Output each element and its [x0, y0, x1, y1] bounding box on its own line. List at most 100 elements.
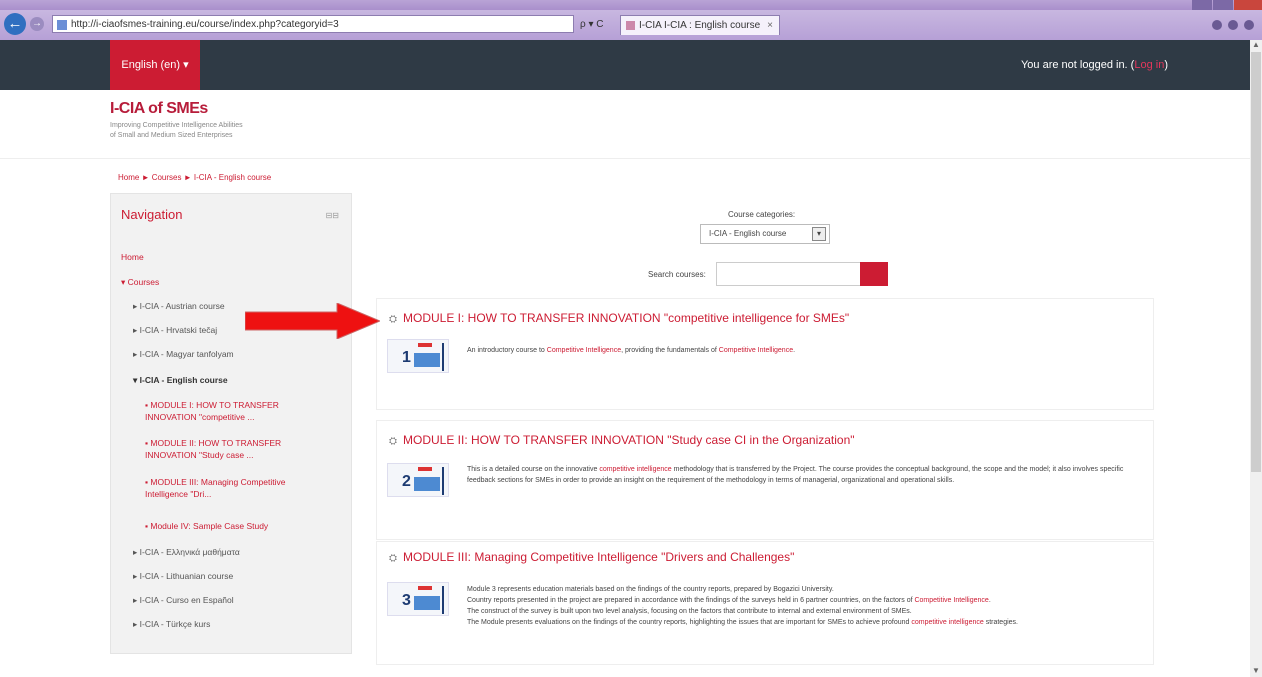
login-text: You are not logged in. ( [1020, 59, 1135, 71]
scrollbar-thumb[interactable] [1251, 52, 1261, 472]
summary-text: strategies. [983, 619, 1018, 626]
thumbnail-flag [418, 586, 432, 590]
thumbnail-number: 2 [402, 473, 411, 490]
url-text: http://i-ciaofsmes-training.eu/course/in… [71, 19, 339, 30]
browser-toolbar: ← → http://i-ciaofsmes-training.eu/cours… [0, 10, 1262, 41]
thumbnail-stripe [442, 343, 444, 371]
thumbnail-number: 1 [402, 349, 411, 366]
thumbnail-stripe [442, 467, 444, 495]
site-logo-title[interactable]: I-CIA of SMEs [110, 100, 208, 118]
course-title-link[interactable]: ⛭ MODULE III: Managing Competitive Intell… [389, 550, 794, 564]
course-info-icon: ⛭ [389, 553, 397, 564]
close-window-button[interactable] [1234, 0, 1262, 10]
maximize-button[interactable] [1213, 0, 1233, 10]
nav-item-module-1[interactable]: ▪ MODULE I: HOW TO TRANSFER INNOVATION "… [145, 399, 310, 423]
glossary-link[interactable]: Competitive Intelligence [719, 347, 793, 354]
nav-item-module-4[interactable]: ▪ Module IV: Sample Case Study [145, 521, 268, 531]
browser-icons [1212, 20, 1254, 30]
nav-item-home[interactable]: Home [121, 252, 144, 262]
home-icon[interactable] [1212, 20, 1222, 30]
site-navbar: English (en) ▾ You are not logged in. (L… [0, 40, 1250, 90]
scroll-up-icon[interactable]: ▲ [1252, 40, 1260, 49]
search-button[interactable] [860, 262, 888, 286]
course-listing: ⛭ MODULE III: Managing Competitive Intell… [376, 541, 1154, 665]
nav-item-hungarian-course[interactable]: ▸ I-CIA - Magyar tanfolyam [133, 349, 234, 360]
site-logo-subtitle-2: of Small and Medium Sized Enterprises [110, 132, 233, 139]
course-summary: Module 3 represents education materials … [467, 584, 1127, 628]
nav-item-austrian-course[interactable]: ▸ I-CIA - Austrian course [133, 301, 225, 312]
thumbnail-image [414, 353, 440, 367]
nav-item-turkish-course[interactable]: ▸ I-CIA - Türkçe kurs [133, 619, 210, 630]
login-link[interactable]: Log in [1134, 59, 1164, 71]
summary-line: Module 3 represents education materials … [467, 586, 834, 593]
scroll-down-icon[interactable]: ▼ [1252, 666, 1260, 675]
site-logo-subtitle: Improving Competitive Intelligence Abili… [110, 122, 243, 129]
back-arrow-icon[interactable]: ← [4, 13, 26, 35]
glossary-link[interactable]: competitive intelligence [599, 466, 671, 473]
tab-close-icon[interactable]: × [767, 16, 773, 35]
thumbnail-number: 3 [402, 592, 411, 609]
nav-item-spanish-course[interactable]: ▸ I-CIA - Curso en Español [133, 595, 234, 606]
course-title-text: MODULE II: HOW TO TRANSFER INNOVATION "S… [403, 433, 855, 447]
course-categories-label: Course categories: [728, 210, 796, 219]
summary-text: . [793, 347, 796, 354]
summary-text: , providing the fundamentals of [621, 347, 719, 354]
search-refresh-controls[interactable]: ρ ▾ C [580, 19, 604, 30]
nav-item-greek-course[interactable]: ▸ I-CIA - Ελληνικά μαθήματα [133, 547, 240, 558]
settings-gear-icon[interactable] [1244, 20, 1254, 30]
course-title-link[interactable]: ⛭ MODULE II: HOW TO TRANSFER INNOVATION "… [389, 433, 855, 447]
thumbnail-flag [418, 467, 432, 471]
course-summary: This is a detailed course on the innovat… [467, 464, 1127, 486]
nav-item-lithuanian-course[interactable]: ▸ I-CIA - Lithuanian course [133, 571, 233, 582]
course-summary: An introductory course to Competitive In… [467, 345, 1127, 356]
search-courses-label: Search courses: [648, 270, 706, 279]
header-divider [0, 158, 1250, 159]
window-titlebar [0, 0, 1262, 10]
course-info-icon: ⛭ [389, 436, 397, 447]
thumbnail-flag [418, 343, 432, 347]
nav-item-croatian-course[interactable]: ▸ I-CIA - Hrvatski tečaj [133, 325, 217, 336]
course-title-text: MODULE I: HOW TO TRANSFER INNOVATION "co… [403, 311, 850, 325]
course-thumbnail[interactable]: 2 [387, 463, 449, 497]
annotation-arrow-icon [245, 303, 380, 339]
summary-line: Country reports presented in the project… [467, 595, 1127, 606]
nav-item-courses[interactable]: ▾ Courses [121, 277, 159, 288]
course-category-select[interactable]: I-CIA - English course ▾ [700, 224, 830, 244]
page-scrollbar[interactable]: ▲ ▼ [1250, 40, 1262, 677]
chevron-down-icon[interactable]: ▾ [812, 227, 826, 241]
course-title-link[interactable]: ⛭ MODULE I: HOW TO TRANSFER INNOVATION "c… [389, 311, 849, 325]
tab-favicon-icon [626, 21, 635, 30]
nav-item-module-3[interactable]: ▪ MODULE III: Managing Competitive Intel… [145, 476, 330, 500]
dock-block-icon[interactable]: ⊟⊟ [326, 211, 339, 220]
course-listing: ⛭ MODULE II: HOW TO TRANSFER INNOVATION "… [376, 420, 1154, 540]
category-select-value: I-CIA - English course [709, 229, 787, 238]
page-favicon-icon [57, 20, 67, 30]
forward-arrow-icon[interactable]: → [30, 17, 44, 31]
minimize-button[interactable] [1192, 0, 1212, 10]
thumbnail-image [414, 596, 440, 610]
course-thumbnail[interactable]: 3 [387, 582, 449, 616]
summary-line: The construct of the survey is built upo… [467, 608, 912, 615]
nav-item-english-course[interactable]: ▾ I-CIA - English course [133, 375, 228, 386]
login-close: ) [1164, 59, 1168, 71]
thumbnail-image [414, 477, 440, 491]
glossary-link[interactable]: Competitive Intelligence [914, 597, 988, 604]
thumbnail-stripe [442, 586, 444, 614]
course-info-icon: ⛭ [389, 314, 397, 325]
address-bar[interactable]: http://i-ciaofsmes-training.eu/course/in… [52, 15, 574, 33]
search-courses-input[interactable] [716, 262, 861, 286]
summary-text: This is a detailed course on the innovat… [467, 466, 600, 473]
glossary-link[interactable]: competitive intelligence [911, 619, 983, 626]
course-title-text: MODULE III: Managing Competitive Intelli… [403, 550, 795, 564]
favorites-star-icon[interactable] [1228, 20, 1238, 30]
summary-text: Country reports presented in the project… [467, 597, 915, 604]
language-menu-button[interactable]: English (en) ▾ [110, 40, 200, 90]
glossary-link[interactable]: Competitive Intelligence [547, 347, 621, 354]
course-listing: ⛭ MODULE I: HOW TO TRANSFER INNOVATION "c… [376, 298, 1154, 410]
breadcrumb[interactable]: Home ► Courses ► I-CIA - English course [118, 173, 271, 182]
course-thumbnail[interactable]: 1 [387, 339, 449, 373]
summary-line: The Module presents evaluations on the f… [467, 617, 1127, 628]
nav-item-module-2[interactable]: ▪ MODULE II: HOW TO TRANSFER INNOVATION … [145, 437, 310, 461]
summary-text: An introductory course to [467, 347, 547, 354]
browser-tab[interactable]: I-CIA I-CIA : English course × [620, 15, 780, 35]
